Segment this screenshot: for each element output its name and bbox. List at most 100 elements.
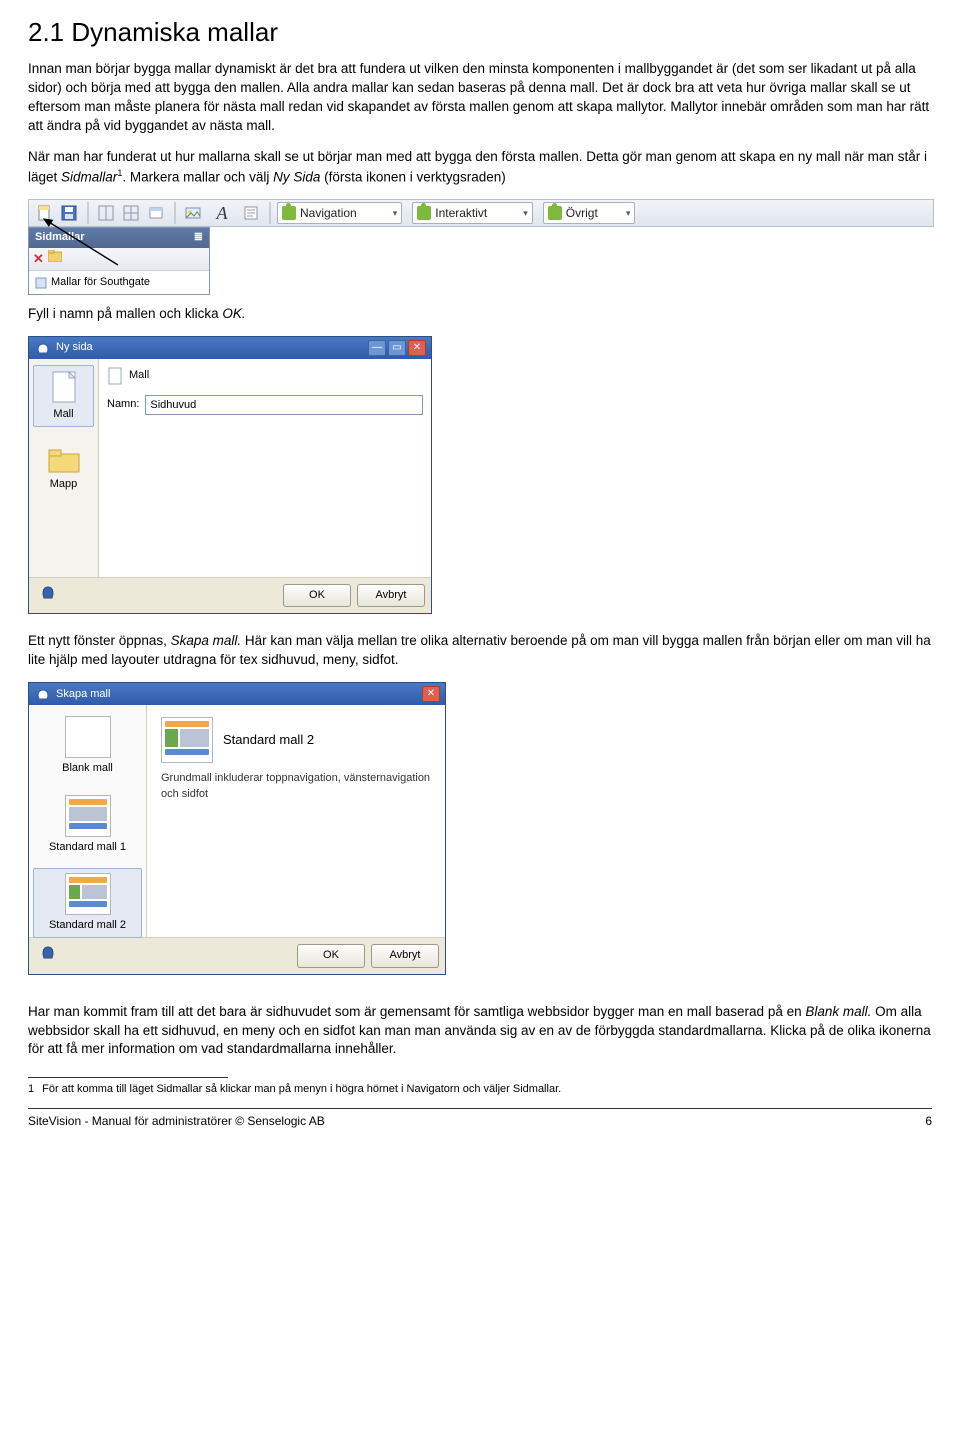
dialog-right-pane: Mall Namn: — [99, 359, 431, 577]
hand-icon — [35, 687, 51, 701]
chevron-down-icon: ▾ — [626, 207, 631, 220]
save-icon[interactable] — [58, 202, 80, 224]
puzzle-icon — [417, 206, 431, 220]
template-icon — [35, 277, 47, 289]
window-title: Skapa mall — [56, 687, 110, 702]
skapa-left-list: Blank mall Standard mall 1 — [29, 705, 147, 937]
page-icon — [107, 367, 123, 385]
std2-thumb — [65, 873, 111, 915]
tree-item-mallar[interactable]: Mallar för Southgate — [35, 275, 203, 290]
chevron-down-icon: ▾ — [523, 207, 528, 220]
maximize-button[interactable]: ▭ — [388, 340, 406, 356]
preview-icon[interactable] — [145, 202, 167, 224]
titlebar: Skapa mall ✕ — [29, 683, 445, 705]
paragraph-1: Innan man börjar bygga mallar dynamiskt … — [28, 60, 932, 136]
option-standard-mall-2[interactable]: Standard mall 2 — [33, 868, 142, 938]
para3-ok: OK. — [222, 306, 245, 321]
minimize-button[interactable]: — — [368, 340, 386, 356]
delete-icon[interactable]: ✕ — [33, 250, 44, 268]
skapa-mall-dialog: Skapa mall ✕ Blank mall Standard mall 1 — [28, 682, 446, 974]
dialog-button-bar: OK Avbryt — [29, 937, 445, 973]
option-label: Standard mall 2 — [49, 918, 126, 933]
toolbar-figure: A Navigation ▾ Interaktivt ▾ Övrigt ▾ Si… — [28, 199, 932, 295]
navigation-dropdown[interactable]: Navigation ▾ — [277, 202, 402, 224]
new-page-icon[interactable] — [33, 202, 55, 224]
sidmallar-panel: Sidmallar ≣ ✕ Mallar för Southgate — [28, 227, 210, 295]
text-block-icon[interactable] — [240, 202, 262, 224]
cancel-button[interactable]: Avbryt — [371, 944, 439, 967]
para4-skapamall: Skapa mall. — [171, 633, 242, 648]
puzzle-icon — [548, 206, 562, 220]
skapa-right-title: Standard mall 2 — [223, 731, 314, 749]
para2-nysida: Ny Sida — [273, 169, 320, 184]
name-input[interactable] — [145, 395, 423, 415]
dd-label: Navigation — [300, 205, 357, 222]
para2-text-e: (första ikonen i verktygsraden) — [320, 169, 505, 184]
right-header: Mall — [129, 368, 149, 383]
blank-thumb — [65, 716, 111, 758]
left-option-mall[interactable]: Mall — [33, 365, 94, 427]
name-label: Namn: — [107, 397, 139, 412]
image-icon[interactable] — [182, 202, 204, 224]
window-title: Ny sida — [56, 340, 93, 355]
panel-header: Sidmallar ≣ — [29, 228, 209, 247]
chevron-down-icon: ▾ — [393, 207, 398, 220]
option-standard-mall-1[interactable]: Standard mall 1 — [33, 790, 142, 860]
std2-thumb-big — [161, 717, 213, 763]
paragraph-2: När man har funderat ut hur mallarna ska… — [28, 148, 932, 187]
puzzle-icon — [282, 206, 296, 220]
grid-icon[interactable] — [120, 202, 142, 224]
footnote-separator — [28, 1077, 228, 1078]
footnote-text: För att komma till läget Sidmallar så kl… — [42, 1082, 561, 1097]
para2-sidmallar: Sidmallar — [61, 169, 117, 184]
ny-sida-dialog: Ny sida — ▭ ✕ Mall Mapp Mall Namn: — [28, 336, 432, 614]
close-button[interactable]: ✕ — [422, 686, 440, 702]
page-icon — [49, 370, 79, 404]
panel-menu-icon[interactable]: ≣ — [194, 230, 203, 245]
option-blank-mall[interactable]: Blank mall — [33, 711, 142, 781]
panel-body: Mallar för Southgate — [29, 271, 209, 294]
dd-label: Övrigt — [566, 205, 598, 222]
hand-icon — [35, 341, 51, 355]
ok-button[interactable]: OK — [283, 584, 351, 607]
hand-icon — [39, 944, 55, 958]
dd-label: Interaktivt — [435, 205, 487, 222]
close-button[interactable]: ✕ — [408, 340, 426, 356]
folder-icon — [47, 446, 81, 474]
cancel-button[interactable]: Avbryt — [357, 584, 425, 607]
font-icon[interactable]: A — [207, 202, 237, 224]
paragraph-3: Fyll i namn på mallen och klicka OK. — [28, 305, 932, 324]
para3-text: Fyll i namn på mallen och klicka — [28, 306, 222, 321]
interaktivt-dropdown[interactable]: Interaktivt ▾ — [412, 202, 533, 224]
option-label: Blank mall — [62, 761, 113, 776]
left-option-label: Mapp — [50, 477, 78, 492]
para5-blankmall: Blank mall. — [805, 1004, 871, 1019]
ok-button[interactable]: OK — [297, 944, 365, 967]
skapa-right-desc: Grundmall inkluderar toppnavigation, vän… — [161, 771, 433, 802]
para4-text-a: Ett nytt fönster öppnas, — [28, 633, 171, 648]
left-option-mapp[interactable]: Mapp — [33, 441, 94, 497]
panel-toolbar: ✕ — [29, 248, 209, 271]
folder-icon[interactable] — [48, 250, 62, 267]
toolbar-separator — [269, 202, 271, 224]
page-footer: SiteVision - Manual för administratörer … — [28, 1113, 932, 1130]
titlebar: Ny sida — ▭ ✕ — [29, 337, 431, 359]
footer-separator — [28, 1108, 932, 1109]
heading-dynamiska-mallar: 2.1 Dynamiska mallar — [28, 14, 932, 50]
option-label: Standard mall 1 — [49, 840, 126, 855]
footnote-number: 1 — [28, 1082, 34, 1097]
ovrigt-dropdown[interactable]: Övrigt ▾ — [543, 202, 636, 224]
toolbar-separator — [174, 202, 176, 224]
paragraph-4: Ett nytt fönster öppnas, Skapa mall. Här… — [28, 632, 932, 670]
std1-thumb — [65, 795, 111, 837]
left-option-label: Mall — [53, 407, 73, 422]
skapa-right-header: Standard mall 2 — [161, 717, 433, 763]
para5-text-a: Har man kommit fram till att det bara är… — [28, 1004, 805, 1019]
hand-icon — [39, 584, 55, 598]
tree-item-label: Mallar för Southgate — [51, 275, 150, 290]
skapa-right-pane: Standard mall 2 Grundmall inkluderar top… — [147, 705, 445, 937]
footer-left: SiteVision - Manual för administratörer … — [28, 1113, 325, 1130]
dialog-button-bar: OK Avbryt — [29, 577, 431, 613]
para2-text-c: . Markera mallar och välj — [122, 169, 273, 184]
layout-icon[interactable] — [95, 202, 117, 224]
